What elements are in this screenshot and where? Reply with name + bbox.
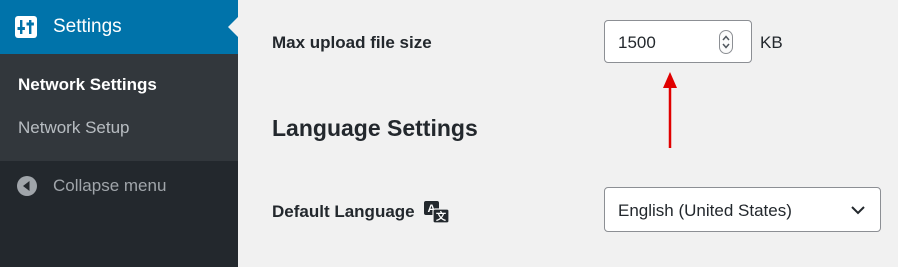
settings-sliders-icon [15,16,37,38]
default-language-select[interactable]: English (United States) [604,187,881,232]
selected-language: English (United States) [618,201,792,220]
admin-sidebar: Settings Network Settings Network Setup … [0,0,238,267]
max-upload-label: Max upload file size [272,33,432,52]
spinner-arrows-icon [722,35,730,49]
submenu-item-network-setup[interactable]: Network Setup [18,117,130,139]
collapse-menu-label: Collapse menu [53,176,167,195]
default-language-label: Default Language [272,202,415,221]
language-settings-heading: Language Settings [272,115,478,141]
number-spinner[interactable] [719,30,733,54]
annotation-arrow-icon [663,72,677,148]
collapse-arrow-icon [17,176,37,196]
max-upload-input[interactable]: 1500 [604,20,752,63]
menu-label-settings: Settings [53,16,122,37]
settings-submenu: Network Settings Network Setup [0,54,238,161]
collapse-menu-button[interactable]: Collapse menu [0,161,238,211]
submenu-item-network-settings[interactable]: Network Settings [18,74,157,96]
translation-icon: A 文 [423,201,450,224]
svg-text:文: 文 [436,210,447,223]
upload-unit-label: KB [760,33,783,52]
chevron-down-icon [851,206,865,215]
max-upload-value: 1500 [618,33,656,52]
default-language-row-label: Default Language A 文 [272,200,450,224]
active-menu-notch [228,17,238,37]
menu-item-settings[interactable]: Settings [0,0,238,54]
